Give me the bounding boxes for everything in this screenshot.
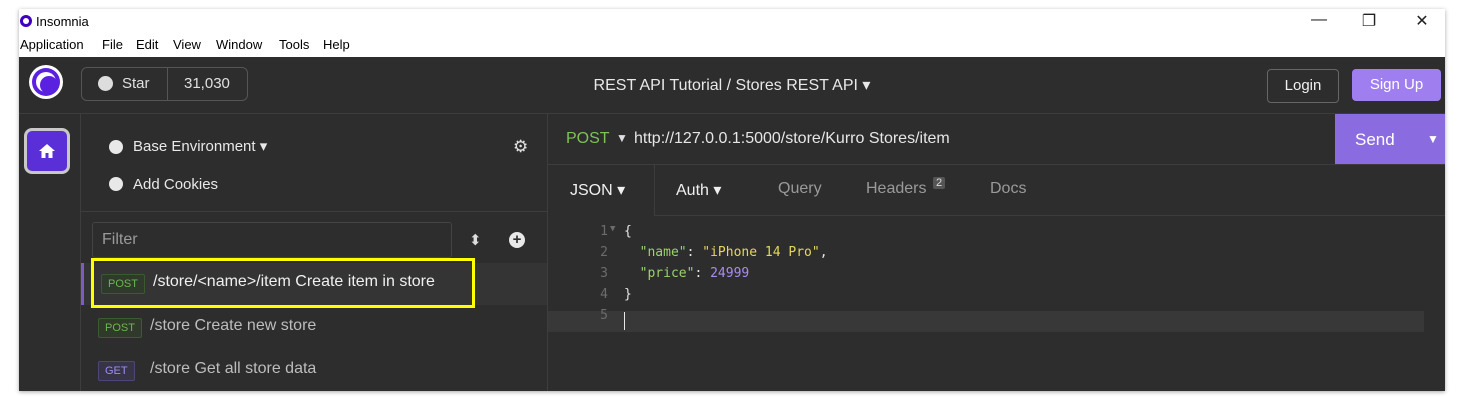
request-pane: POST ▼ http://127.0.0.1:5000/store/Kurro… [548, 114, 1445, 391]
line-number: 4 [600, 287, 608, 302]
app-window: Insomnia — ❐ ✕ Application File Edit Vie… [19, 9, 1445, 391]
window-title: Insomnia [36, 14, 89, 29]
signup-button[interactable]: Sign Up [1352, 69, 1441, 101]
menu-edit[interactable]: Edit [136, 37, 158, 52]
request-item-create-store[interactable]: POST /store Create new store [81, 307, 547, 349]
name-value: iPhone 14 Pro [710, 245, 812, 260]
divider [81, 211, 547, 212]
current-line-highlight [548, 311, 1424, 332]
app-header: Star 31,030 REST API Tutorial / Stores R… [19, 57, 1445, 114]
insomnia-logo-icon [20, 15, 32, 27]
request-label: /store/<name>/item Create item in store [153, 273, 435, 290]
line-number: 2 [600, 245, 608, 260]
filter-box [92, 222, 452, 258]
tab-auth[interactable]: Auth ▾ [676, 180, 721, 200]
tab-headers[interactable]: Headers [866, 180, 926, 198]
code-line: "price": 24999 [639, 266, 750, 281]
headers-count-badge: 2 [933, 177, 946, 189]
method-badge: POST [101, 274, 145, 294]
tab-json[interactable]: JSON ▾ [570, 180, 625, 200]
json-editor[interactable]: 1 2 3 4 5 ▼ { "name": "iPhone 14 Pro", "… [548, 216, 1445, 391]
login-button[interactable]: Login [1267, 69, 1339, 103]
chevron-down-icon[interactable]: ▼ [616, 131, 628, 145]
tab-docs[interactable]: Docs [990, 180, 1026, 198]
menu-file[interactable]: File [102, 37, 123, 52]
gear-icon[interactable]: ⚙ [513, 137, 528, 157]
method-badge: POST [98, 318, 142, 338]
left-rail [19, 114, 81, 391]
price-value: 24999 [710, 266, 750, 281]
code-line: } [624, 287, 632, 302]
sidebar: Base Environment ▾ ⚙ Add Cookies ⬍ + POS… [81, 114, 548, 391]
fold-icon[interactable]: ▼ [610, 224, 615, 234]
method-badge: GET [98, 361, 135, 381]
send-button[interactable]: Send ▼ [1335, 114, 1445, 164]
menu-window[interactable]: Window [216, 37, 262, 52]
chevron-down-icon[interactable]: ▼ [1427, 132, 1439, 146]
line-number: 1 [600, 224, 608, 239]
sort-icon[interactable]: ⬍ [469, 231, 482, 249]
menu-bar: Application File Edit View Window Tools … [19, 33, 1445, 57]
request-label: /store Create new store [150, 317, 317, 334]
code-line: { [624, 224, 632, 239]
add-request-icon[interactable]: + [509, 232, 525, 248]
minimize-button[interactable]: — [1304, 11, 1334, 29]
request-label: /store Get all store data [150, 360, 317, 377]
url-bar: POST ▼ http://127.0.0.1:5000/store/Kurro… [548, 114, 1445, 165]
cookie-icon [109, 177, 123, 191]
code-line: "name": "iPhone 14 Pro", [639, 245, 828, 260]
menu-tools[interactable]: Tools [279, 37, 309, 52]
restore-button[interactable]: ❐ [1354, 11, 1384, 31]
menu-help[interactable]: Help [323, 37, 350, 52]
request-item-get-stores[interactable]: GET /store Get all store data [81, 350, 547, 391]
close-button[interactable]: ✕ [1407, 11, 1437, 31]
send-label: Send [1355, 130, 1395, 149]
menu-view[interactable]: View [173, 37, 201, 52]
request-item-create-item[interactable]: POST /store/<name>/item Create item in s… [81, 263, 547, 305]
tab-query[interactable]: Query [778, 180, 822, 198]
home-icon [39, 144, 55, 158]
text-cursor [624, 312, 625, 330]
environment-selector[interactable]: Base Environment ▾ [133, 137, 267, 155]
menu-application[interactable]: Application [20, 37, 84, 52]
url-input[interactable]: http://127.0.0.1:5000/store/Kurro Stores… [634, 130, 950, 148]
request-tabs: JSON ▾ Auth ▾ Query Headers 2 Docs [548, 165, 1445, 216]
line-number: 5 [600, 308, 608, 323]
line-number: 3 [600, 266, 608, 281]
add-cookies-button[interactable]: Add Cookies [133, 176, 218, 193]
environment-dot-icon [109, 140, 123, 154]
breadcrumb[interactable]: REST API Tutorial / Stores REST API ▾ [19, 75, 1445, 95]
filter-input[interactable] [93, 223, 451, 257]
os-title-bar: Insomnia — ❐ ✕ [19, 9, 1445, 33]
home-button[interactable] [24, 128, 70, 174]
method-selector[interactable]: POST [566, 130, 610, 148]
